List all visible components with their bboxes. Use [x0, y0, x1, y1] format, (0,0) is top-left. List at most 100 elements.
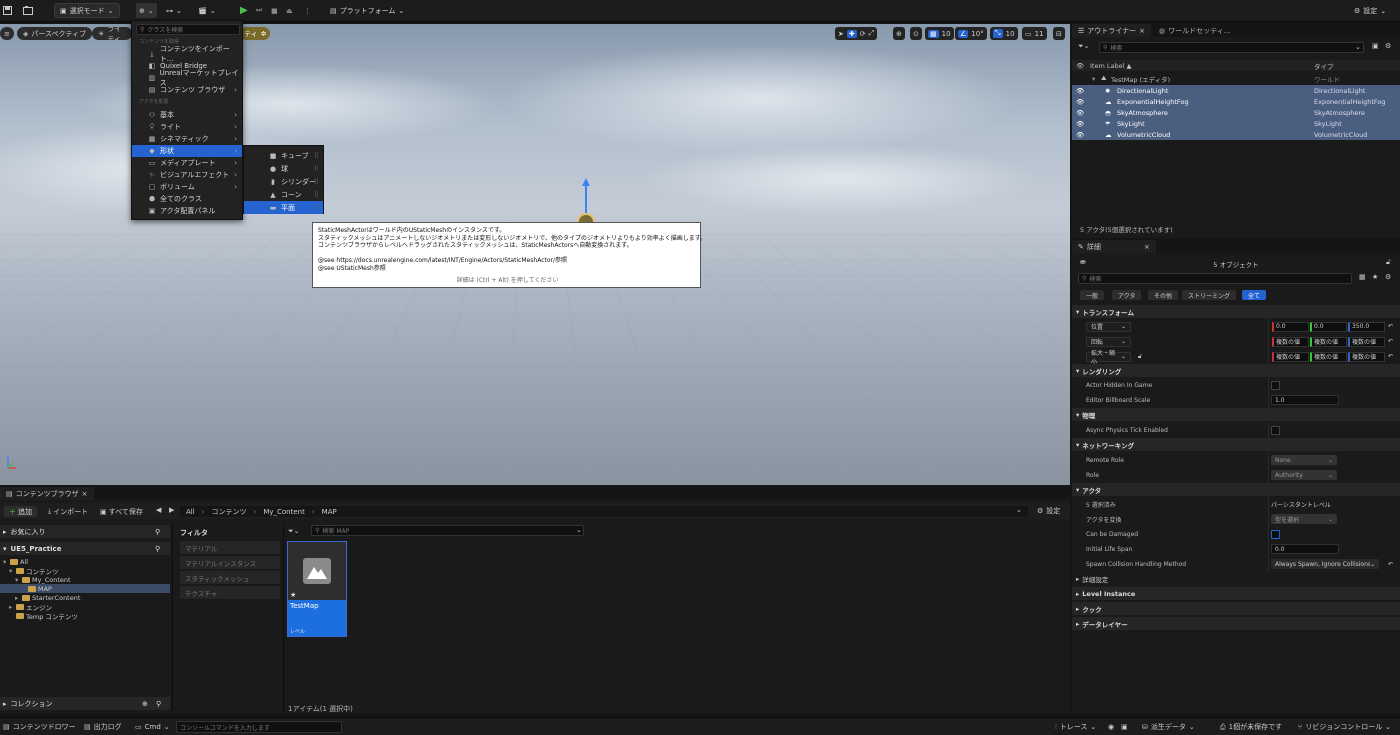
details-filter-button[interactable]: アクタ — [1112, 290, 1141, 300]
rotate-mode-icon[interactable]: ⟳ — [860, 30, 866, 38]
asset-search-input[interactable]: ⚲ 検索 MAP — [311, 525, 584, 536]
class-search-box[interactable]: ⚲ クラスを検索 — [136, 24, 240, 35]
eye-icon[interactable]: 👁︎ — [1076, 109, 1084, 117]
section-rendering[interactable]: ▾ レンダリング — [1072, 364, 1400, 377]
convert-actor-dropdown[interactable]: 型を選択 ⌄ — [1271, 514, 1337, 524]
folder-tree-item[interactable]: ▾ コンテンツ — [0, 566, 170, 575]
cb-settings-button[interactable]: ⚙ 設定 — [1037, 506, 1060, 516]
viewport-options-button[interactable]: ≡ — [0, 27, 14, 40]
menu-item-content[interactable]: ⤓ コンテンツをインポート... — [132, 48, 242, 60]
filter-icon[interactable]: ⏷⌄ — [1078, 42, 1089, 51]
breadcrumb-item[interactable]: コンテンツ — [212, 507, 247, 517]
col-item-label[interactable]: Item Label ▲ — [1090, 62, 1131, 70]
drag-handle-icon[interactable]: ⠿ — [314, 204, 319, 212]
breadcrumb-item[interactable]: All — [186, 508, 195, 516]
close-icon[interactable]: × — [82, 490, 88, 498]
perspective-button[interactable]: ◈ パースペクティブ — [17, 27, 92, 40]
outliner-actor-row[interactable]: 👁︎ ✹ DirectionalLight DirectionalLight — [1072, 85, 1400, 96]
project-header[interactable]: ▾ UE5_Practice ⚲ — [0, 542, 170, 555]
cinematics-button[interactable]: 🎬︎ ⌄ — [198, 3, 216, 18]
translate-mode-icon[interactable]: ✚ — [847, 30, 857, 38]
outliner-actor-row[interactable]: 👁︎ ◓ SkyAtmosphere SkyAtmosphere — [1072, 107, 1400, 118]
drag-handle-icon[interactable]: ⠿ — [314, 152, 319, 160]
rotation-z-field[interactable]: 複数の値 — [1348, 337, 1385, 347]
expand-arrow-icon[interactable]: ▾ — [1092, 75, 1095, 83]
reset-icon[interactable]: ↶ — [1388, 338, 1393, 345]
filter-icon[interactable]: ⏷⌄ — [288, 527, 299, 536]
play-button[interactable]: ▶ — [240, 3, 248, 18]
menu-item-actor[interactable]: ▣ アクタ配置パネル — [132, 205, 242, 217]
tab-content-browser[interactable]: ▤ コンテンツブラウザ × — [0, 487, 94, 500]
eye-icon[interactable]: 👁︎ — [1076, 120, 1084, 128]
shape-item[interactable]: ▲ コーン ⠿ — [244, 188, 323, 201]
search-icon[interactable]: ⚲ — [156, 700, 161, 708]
rotation-y-field[interactable]: 複数の値 — [1310, 337, 1347, 347]
show-button[interactable]: ティ ✲ — [240, 27, 270, 40]
grid-snap-control[interactable]: ▦ 10 — [925, 27, 954, 40]
search-icon[interactable]: ⚲ — [155, 545, 160, 553]
play-options-button[interactable]: ⋮ — [304, 3, 311, 18]
reset-icon[interactable]: ↶ — [1388, 323, 1393, 330]
chevron-down-icon[interactable]: ⌄ — [1016, 506, 1022, 514]
shape-item[interactable]: ■ キューブ ⠿ — [244, 149, 323, 162]
menu-item-actor[interactable]: ▢ ボリューム › — [132, 181, 242, 193]
details-filter-button[interactable]: その他 — [1148, 290, 1178, 300]
lock-ratio-icon[interactable]: 🔓︎ — [1138, 353, 1142, 361]
section-transform[interactable]: ▾ トランスフォーム — [1072, 305, 1400, 318]
scale-z-field[interactable]: 複数の値 — [1348, 352, 1385, 362]
section-advanced[interactable]: ▸ 詳細設定 — [1072, 572, 1400, 585]
menu-item-actor[interactable]: 💡︎ ライト › — [132, 121, 242, 133]
section-networking[interactable]: ▾ ネットワーキング — [1072, 438, 1400, 451]
coord-system-button[interactable]: ⊕ — [893, 27, 905, 40]
location-x-field[interactable]: 0.0 — [1272, 322, 1309, 332]
scale-y-field[interactable]: 複数の値 — [1310, 352, 1347, 362]
add-button[interactable]: ＋ 追加 — [4, 506, 37, 517]
col-type[interactable]: タイプ — [1314, 61, 1334, 71]
unsaved-button[interactable]: ⎙ 1個が未保存です — [1220, 721, 1282, 733]
can-be-damaged-checkbox[interactable] — [1271, 530, 1280, 539]
drag-handle-icon[interactable]: ⠿ — [314, 178, 319, 186]
scale-x-field[interactable]: 複数の値 — [1272, 352, 1309, 362]
eye-icon[interactable]: 👁︎ — [1076, 98, 1084, 106]
details-filter-button[interactable]: 一般 — [1080, 290, 1104, 300]
outliner-search-input[interactable]: ⚲ 検索 — [1099, 42, 1364, 53]
details-filter-button[interactable]: ストリーミング — [1182, 290, 1236, 300]
shape-item[interactable]: ● 球 ⠿ — [244, 162, 323, 175]
history-back-icon[interactable]: ◀ — [156, 506, 161, 514]
console-input[interactable]: コンソールコマンドを入力します — [176, 721, 342, 733]
record-button[interactable]: ◉ — [1108, 721, 1114, 733]
blueprint-button[interactable]: ⊶ ⌄ — [166, 3, 182, 18]
surface-snap-button[interactable]: ⊙ — [910, 27, 922, 40]
menu-item-actor[interactable]: ⚇ 基本 › — [132, 109, 242, 121]
close-icon[interactable]: × — [1144, 243, 1150, 251]
content-icon[interactable] — [23, 3, 33, 18]
filter-chip[interactable]: スタティックメッシュ — [180, 571, 280, 584]
drag-handle-icon[interactable]: ⠿ — [314, 191, 319, 199]
details-filter-button[interactable]: 全て — [1242, 290, 1266, 300]
star-icon[interactable]: ★ — [1372, 273, 1378, 281]
menu-item-content[interactable]: ▥ Unrealマーケットプレイス — [132, 72, 242, 84]
outliner-actor-row[interactable]: 👁︎ ☁ VolumetricCloud VolumetricCloud — [1072, 129, 1400, 140]
drag-handle-icon[interactable]: ⠿ — [314, 165, 319, 173]
section-actor[interactable]: ▾ アクタ — [1072, 483, 1400, 496]
stop-button[interactable]: ■ — [271, 3, 278, 18]
lighting-button[interactable]: ☀ ライティ — [92, 27, 132, 40]
details-search-input[interactable]: ⚲ 検索 — [1078, 273, 1352, 284]
life-span-field[interactable]: 0.0 — [1271, 544, 1339, 554]
shape-item[interactable]: ▬ 平面 ⠿ — [244, 201, 323, 214]
eject-button[interactable]: ⏏ — [286, 3, 293, 18]
folder-tree-item[interactable]: ▾ My_Content — [0, 575, 170, 584]
folder-tree-item[interactable]: Temp コンテンツ — [0, 611, 170, 620]
screenshot-button[interactable]: ▣ — [1121, 721, 1128, 733]
remote-role-dropdown[interactable]: None ⌄ — [1271, 455, 1337, 465]
favorites-header[interactable]: ▸ お気に入り ⚲ — [0, 525, 170, 538]
hidden-in-game-checkbox[interactable] — [1271, 381, 1280, 390]
content-drawer-button[interactable]: ▤ コンテンツドロワー — [3, 721, 76, 733]
mode-select-button[interactable]: ▣ 選択モード ⌄ — [54, 3, 120, 18]
location-y-field[interactable]: 0.0 — [1310, 322, 1347, 332]
gear-icon[interactable]: ⚙ — [1385, 273, 1391, 281]
breadcrumb-item[interactable]: My_Content — [263, 508, 305, 516]
cmd-button[interactable]: ▭ Cmd ⌄ — [135, 721, 170, 733]
role-dropdown[interactable]: Authority ⌄ — [1271, 470, 1337, 480]
folder-tree-item[interactable]: MAP — [0, 584, 170, 593]
